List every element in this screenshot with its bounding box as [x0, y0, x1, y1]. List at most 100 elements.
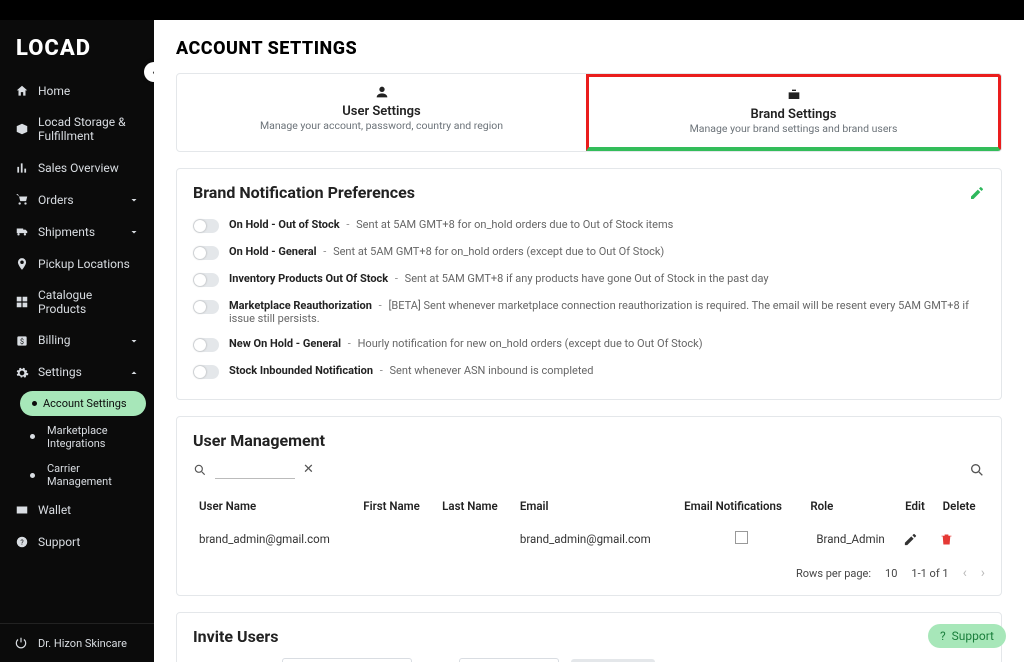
col-edit: Edit [897, 491, 933, 521]
sidebar-footer[interactable]: Dr. Hizon Skincare [0, 623, 154, 662]
help-icon: ? [14, 534, 30, 550]
pin-icon [14, 256, 30, 272]
sidebar-item-label: Billing [38, 333, 120, 347]
notifications-checkbox[interactable] [735, 531, 748, 544]
pref-label: Stock Inbounded Notification [229, 364, 373, 377]
dash: - [392, 272, 401, 285]
sidebar-item-pickup[interactable]: Pickup Locations [0, 248, 154, 280]
sidebar-settings-children: Account Settings Marketplace Integration… [0, 391, 154, 495]
col-last-name: Last Name [436, 491, 514, 521]
cell-first-name [357, 521, 436, 557]
sidebar-item-marketplace-integrations[interactable]: Marketplace Integrations [12, 418, 154, 456]
pref-row: On Hold - Out of Stock - Sent at 5AM GMT… [193, 212, 985, 239]
tab-user-settings[interactable]: User Settings Manage your account, passw… [177, 74, 586, 151]
search-icon [193, 463, 207, 477]
pref-toggle[interactable] [193, 246, 219, 260]
invite-email-input[interactable] [282, 658, 412, 662]
sidebar-item-wallet[interactable]: Wallet [0, 494, 154, 526]
power-icon [14, 636, 28, 650]
support-label: Support [952, 629, 994, 643]
edit-preferences-button[interactable] [969, 185, 985, 201]
sidebar-item-label: Carrier Management [47, 462, 142, 488]
users-table: User Name First Name Last Name Email Ema… [193, 491, 985, 557]
sidebar-item-label: Locad Storage & Fulfillment [38, 115, 140, 144]
tab-title: User Settings [185, 104, 578, 119]
sidebar-item-account-settings[interactable]: Account Settings [20, 391, 146, 416]
dollar-icon: $ [14, 333, 30, 349]
delete-user-button[interactable] [939, 532, 979, 547]
chevron-down-icon [128, 226, 140, 238]
support-floating-button[interactable]: ? Support [928, 624, 1006, 648]
sidebar-item-home[interactable]: Home [0, 75, 154, 107]
chevron-down-icon [128, 194, 140, 206]
pref-toggle[interactable] [193, 338, 219, 352]
sidebar: LOCAD ‹ Home Locad Storage & Fulfillment… [0, 20, 154, 662]
box-icon [14, 121, 30, 137]
col-role: Role [804, 491, 896, 521]
bullet-icon [32, 401, 37, 406]
sidebar-nav: Home Locad Storage & Fulfillment Sales O… [0, 75, 154, 623]
cell-last-name [436, 521, 514, 557]
sidebar-item-catalogue[interactable]: Catalogue Products [0, 280, 154, 325]
sidebar-item-label: Orders [38, 193, 120, 207]
brand-logo: LOCAD [0, 20, 154, 75]
dash: - [345, 337, 354, 350]
sidebar-item-label: Wallet [38, 503, 140, 517]
clear-search-button[interactable]: ✕ [303, 462, 314, 477]
card-heading: Brand Notification Preferences [193, 183, 415, 202]
card-heading: User Management [193, 431, 985, 450]
invite-role-select[interactable] [459, 658, 559, 662]
sidebar-item-support[interactable]: ? Support [0, 526, 154, 558]
prev-page-button[interactable]: ‹ [963, 565, 967, 581]
pagination-range: 1-1 of 1 [911, 567, 948, 580]
pref-toggle[interactable] [193, 365, 219, 379]
pref-label: New On Hold - General [229, 337, 341, 350]
sidebar-item-shipments[interactable]: Shipments [0, 216, 154, 248]
bullet-icon [30, 473, 35, 478]
pref-toggle[interactable] [193, 300, 219, 314]
org-name: Dr. Hizon Skincare [38, 637, 127, 650]
sidebar-item-settings[interactable]: Settings [0, 357, 154, 389]
window-top-bar [0, 0, 1024, 20]
tab-subtitle: Manage your account, password, country a… [185, 119, 578, 132]
wallet-icon [14, 502, 30, 518]
cart-icon [14, 192, 30, 208]
sidebar-item-storage[interactable]: Locad Storage & Fulfillment [0, 107, 154, 152]
bullet-icon [30, 434, 35, 439]
pref-label: On Hold - Out of Stock [229, 218, 340, 231]
sidebar-item-billing[interactable]: $ Billing [0, 325, 154, 357]
tab-brand-settings[interactable]: Brand Settings Manage your brand setting… [586, 74, 1001, 151]
dash: - [321, 245, 330, 258]
truck-icon [14, 224, 30, 240]
next-page-button[interactable]: › [981, 565, 985, 581]
invite-users-card: Invite Users Email Address Role Send Inv… [176, 612, 1002, 662]
pref-row: New On Hold - General - Hourly notificat… [193, 331, 985, 358]
edit-user-button[interactable] [903, 532, 927, 547]
col-notifications: Email Notifications [678, 491, 804, 521]
svg-text:$: $ [20, 337, 24, 345]
col-email: Email [514, 491, 678, 521]
table-header-row: User Name First Name Last Name Email Ema… [193, 491, 985, 521]
tab-subtitle: Manage your brand settings and brand use… [597, 122, 990, 135]
rows-per-page-select[interactable]: 10 [885, 567, 897, 580]
table-pagination: Rows per page: 10 1-1 of 1 ‹ › [193, 565, 985, 581]
user-search-input[interactable] [215, 460, 295, 479]
sidebar-item-orders[interactable]: Orders [0, 184, 154, 216]
sidebar-item-label: Sales Overview [38, 161, 140, 175]
brand-notification-card: Brand Notification Preferences On Hold -… [176, 168, 1002, 400]
chart-icon [14, 160, 30, 176]
grid-icon [14, 294, 30, 310]
chevron-down-icon [128, 335, 140, 347]
col-first-name: First Name [357, 491, 436, 521]
sidebar-item-label: Catalogue Products [38, 288, 140, 317]
pref-toggle[interactable] [193, 219, 219, 233]
gear-icon [14, 365, 30, 381]
sidebar-item-sales[interactable]: Sales Overview [0, 152, 154, 184]
search-button[interactable] [969, 462, 985, 478]
user-icon [185, 84, 578, 104]
pref-description: Sent at 5AM GMT+8 if any products have g… [405, 272, 769, 285]
cell-username: brand_admin@gmail.com [193, 521, 357, 557]
help-icon: ? [940, 629, 946, 643]
sidebar-item-carrier-management[interactable]: Carrier Management [12, 456, 154, 494]
pref-toggle[interactable] [193, 273, 219, 287]
